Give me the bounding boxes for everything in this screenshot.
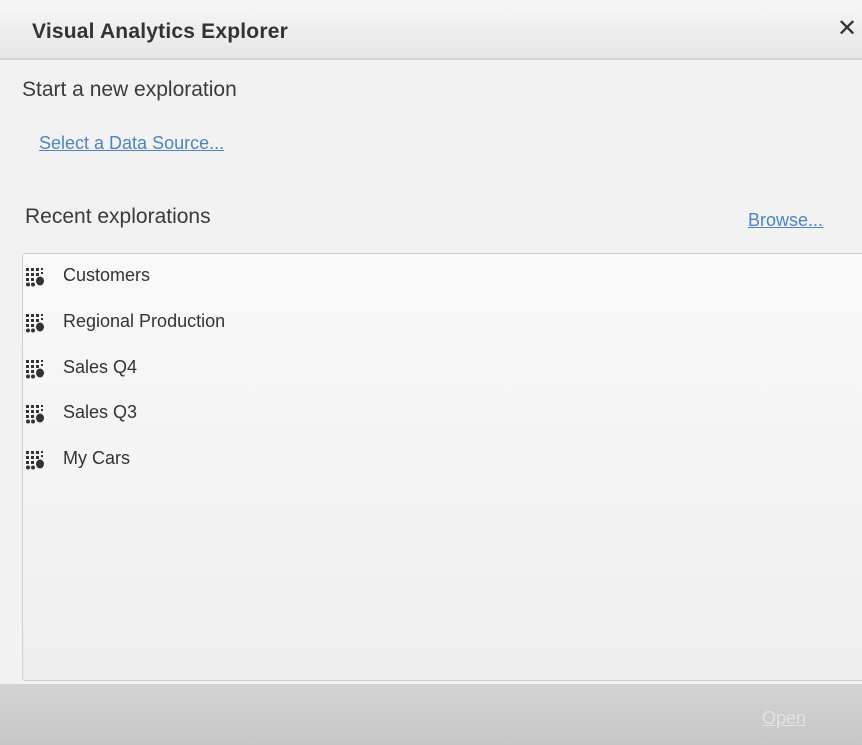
exploration-icon (26, 314, 44, 333)
list-item-label: Regional Production (63, 311, 226, 331)
select-data-source-link[interactable]: Select a Data Source... (39, 133, 224, 154)
exploration-icon (26, 268, 44, 287)
browse-link[interactable]: Browse... (748, 210, 823, 231)
window-title: Visual Analytics Explorer (32, 20, 288, 43)
list-item-label: Sales Q3 (63, 402, 138, 422)
recent-explorations-list: Customers Regional Production Sales Q4 S… (22, 253, 862, 681)
title-bar: Visual Analytics Explorer ✕ (0, 0, 862, 60)
list-item-label: My Cars (63, 448, 130, 468)
start-exploration-heading: Start a new exploration (22, 78, 237, 101)
exploration-icon (26, 405, 44, 424)
exploration-icon (26, 360, 44, 379)
list-item-customers[interactable]: Customers (23, 261, 623, 291)
open-button[interactable]: Open (762, 708, 806, 729)
list-item-sales-q3[interactable]: Sales Q3 (23, 398, 623, 428)
list-item-regional-production[interactable]: Regional Production (23, 307, 623, 337)
visual-analytics-explorer-dialog: Visual Analytics Explorer ✕ Start a new … (0, 0, 862, 745)
exploration-icon (26, 451, 44, 470)
dialog-content: Start a new exploration Select a Data So… (0, 60, 862, 684)
list-item-label: Sales Q4 (63, 357, 138, 377)
dialog-footer: Open (0, 684, 862, 745)
list-item-my-cars[interactable]: My Cars (23, 444, 623, 474)
close-icon[interactable]: ✕ (836, 15, 858, 43)
list-item-sales-q4[interactable]: Sales Q4 (23, 353, 623, 383)
recent-explorations-heading: Recent explorations (25, 205, 211, 228)
list-item-label: Customers (63, 265, 151, 285)
